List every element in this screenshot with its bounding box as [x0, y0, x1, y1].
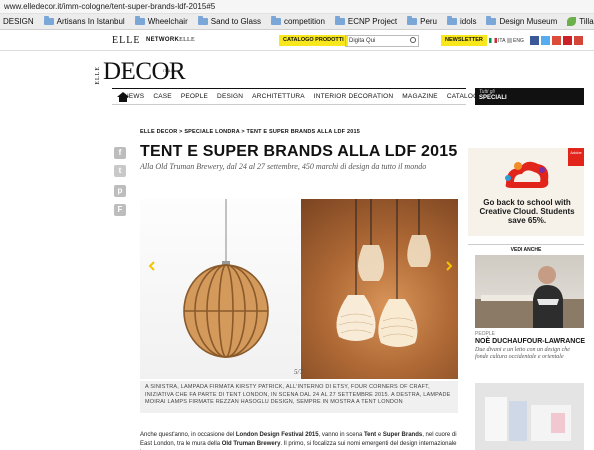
adobe-ad[interactable]: Adobe Go back to school with Creative Cl…: [468, 148, 584, 236]
kirsty-patrick-lamp-image: [140, 199, 300, 379]
leaf-icon: [567, 17, 577, 26]
glass-lamps-illustration: [336, 199, 431, 347]
facebook-icon[interactable]: [530, 36, 539, 45]
bookmark-wheelchair[interactable]: Wheelchair: [134, 16, 188, 26]
folder-icon: [486, 16, 497, 25]
masthead-italia: ITALIA: [163, 68, 175, 73]
folder-icon: [407, 16, 418, 25]
image-gallery[interactable]: [140, 199, 458, 379]
bookmark-sand-to-glass[interactable]: Sand to Glass: [197, 16, 261, 26]
article-body: Anche quest'anno, in occasione del Londo…: [140, 432, 457, 447]
folder-icon: [197, 16, 208, 25]
image-caption: A SINISTRA, LAMPADA FIRMATA KIRSTY PATRI…: [140, 381, 458, 413]
interior-photo[interactable]: [475, 383, 584, 450]
vedi-title[interactable]: NOÈ DUCHAUFOUR-LAWRANCE: [475, 338, 585, 345]
masthead-elle: ELLE: [95, 66, 101, 85]
bookmark-design[interactable]: DESIGN: [3, 17, 34, 26]
adobe-ad-text: Go back to school with Creative Cloud. S…: [479, 198, 575, 225]
nav-architettura[interactable]: ARCHITETTURA: [252, 93, 305, 100]
bookmark-artisans[interactable]: Artisans In Istanbul: [43, 16, 125, 26]
bookmark-design-museum[interactable]: Design Museum: [486, 16, 557, 26]
elle-logo-small[interactable]: ELLE: [112, 35, 140, 46]
instagram-icon[interactable]: [574, 36, 583, 45]
bookmark-competition[interactable]: competition: [270, 16, 325, 26]
url-text: www.elledecor.it/imm-cologne/tent-super-…: [4, 2, 216, 11]
vedi-anche-heading: VEDI ANCHE: [468, 244, 584, 253]
folder-icon: [334, 16, 345, 25]
bookmark-peru[interactable]: Peru: [407, 16, 437, 26]
folder-icon: [447, 16, 458, 25]
bookmarks-bar: DESIGN Artisans In Istanbul Wheelchair S…: [0, 14, 594, 30]
twitter-icon[interactable]: [541, 36, 550, 45]
pinterest-icon[interactable]: [563, 36, 572, 45]
adobe-logo: Adobe: [568, 148, 584, 166]
flipboard-share-icon[interactable]: F: [114, 204, 126, 216]
twitter-share-icon[interactable]: t: [114, 165, 126, 177]
search-icon[interactable]: [410, 37, 416, 43]
folder-icon: [270, 16, 281, 25]
catalogo-prodotti-button[interactable]: CATALOGO PRODOTTI: [279, 35, 348, 46]
nav-interior-decoration[interactable]: INTERIOR DECORATION: [314, 93, 394, 100]
main-nav: NEWS CASE PEOPLE DESIGN ARCHITETTURA INT…: [112, 88, 483, 105]
gallery-next-arrow[interactable]: [445, 258, 453, 271]
moirai-lamps-image: [301, 199, 458, 379]
designer-photo[interactable]: [475, 255, 584, 328]
article-title: TENT E SUPER BRANDS ALLA LDF 2015: [140, 143, 458, 160]
interior-photo-illustration: [475, 383, 584, 450]
google-plus-icon[interactable]: [552, 36, 561, 45]
breadcrumb[interactable]: ELLE DECOR > SPECIALE LONDRA > TENT E SU…: [140, 129, 360, 135]
nav-design[interactable]: DESIGN: [217, 93, 243, 100]
nav-case[interactable]: CASE: [153, 93, 172, 100]
chevron-left-icon: [148, 261, 155, 271]
pinterest-share-icon[interactable]: p: [114, 185, 126, 197]
creative-cloud-icon: [505, 161, 549, 188]
bookmark-tillandsia[interactable]: Tillandsia Caput-Me...: [567, 17, 594, 26]
gallery-prev-arrow[interactable]: [148, 258, 156, 271]
lang-eng[interactable]: ENG: [513, 38, 524, 44]
bookmark-idols[interactable]: idols: [447, 16, 476, 26]
facebook-share-icon[interactable]: f: [114, 147, 126, 159]
wooden-lamp-illustration: [183, 199, 269, 358]
site-topbar: ELLE NETWORKELLE CATALOGO PRODOTTI Digit…: [0, 31, 594, 51]
vedi-description: Due divani e un letto con un design che …: [475, 347, 570, 360]
lang-ita[interactable]: ITA: [498, 38, 505, 44]
italy-flag-icon: [489, 38, 497, 43]
gallery-counter: 5/7: [294, 368, 303, 376]
search-input[interactable]: Digita Qui: [345, 35, 419, 47]
bookmark-ecnp[interactable]: ECNP Project: [334, 16, 397, 26]
folder-icon: [134, 16, 145, 25]
nav-magazine[interactable]: MAGAZINE: [402, 93, 438, 100]
address-bar[interactable]: www.elledecor.it/imm-cologne/tent-super-…: [0, 0, 594, 14]
chevron-right-icon: [446, 261, 453, 271]
nav-people[interactable]: PEOPLE: [181, 93, 208, 100]
designer-photo-illustration: [475, 266, 584, 328]
folder-icon: [43, 16, 54, 25]
network-elle-link[interactable]: NETWORKELLE: [146, 37, 195, 43]
article-subtitle: Alla Old Truman Brewery, dal 24 al 27 se…: [140, 162, 427, 171]
speciali-button[interactable]: Tutti gli SPECIALI: [475, 88, 584, 105]
vedi-category: PEOPLE: [475, 331, 496, 337]
newsletter-button[interactable]: NEWSLETTER: [441, 35, 487, 46]
uk-flag-icon: [507, 38, 512, 43]
speciali-line2: SPECIALI: [479, 95, 507, 101]
london-design-festival-link[interactable]: London Design Festival 2015: [236, 432, 319, 438]
